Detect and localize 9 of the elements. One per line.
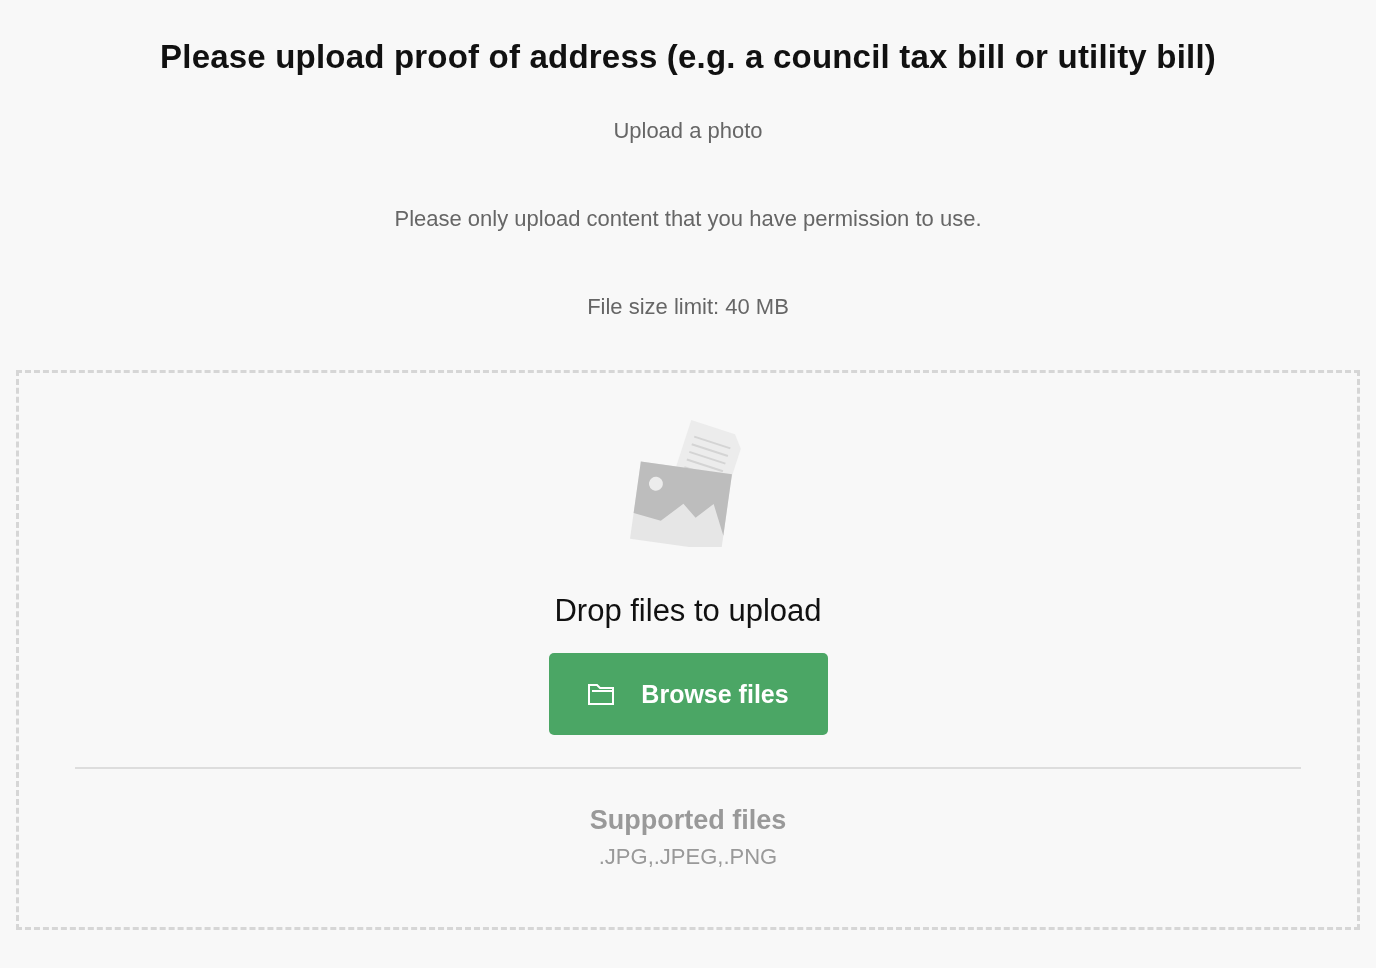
info-text: File size limit: 40 MB — [587, 294, 789, 320]
supported-file-types: .JPG,.JPEG,.PNG — [598, 844, 778, 870]
folder-icon — [587, 682, 616, 706]
supported-files-title: Supported files — [589, 805, 787, 836]
upload-subtitle: Upload a photo — [613, 118, 763, 144]
info-text: Please only upload content that you have permission to use. — [394, 206, 982, 232]
drop-prompt: Drop files to upload — [554, 593, 822, 629]
page-heading: Please upload proof of address (e.g. a council tax bill or utility bill) — [160, 38, 1216, 76]
drop-zone[interactable]: Drop files to upload Browse files Supported files .JPG,.JPEG,.PNG — [16, 370, 1360, 930]
